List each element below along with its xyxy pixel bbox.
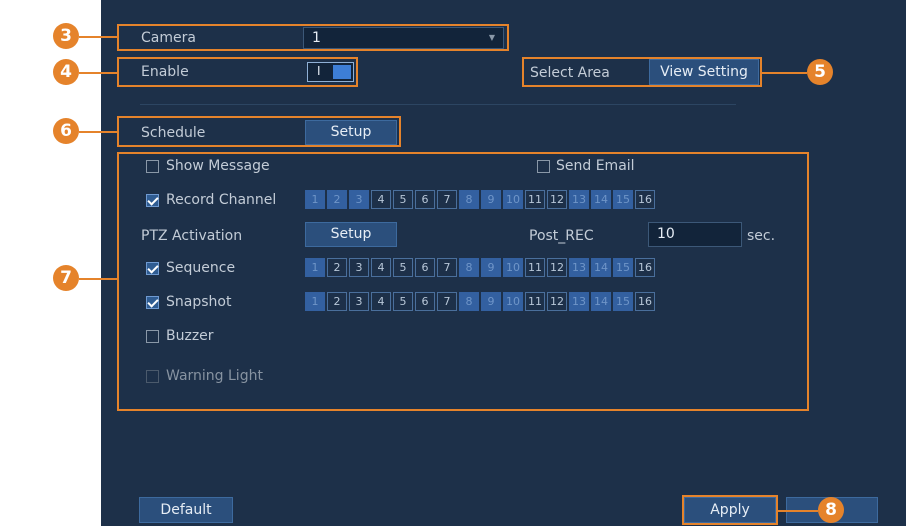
callout-4-line bbox=[79, 72, 117, 74]
callout-8-line bbox=[778, 510, 818, 512]
apply-highlight bbox=[682, 495, 778, 525]
camera-highlight bbox=[117, 24, 509, 51]
callout-5-badge: 5 bbox=[807, 59, 833, 85]
callout-6-line bbox=[79, 131, 117, 133]
select-area-highlight bbox=[522, 57, 762, 87]
default-button[interactable]: Default bbox=[139, 497, 233, 523]
callout-4-badge: 4 bbox=[53, 59, 79, 85]
callout-6-badge: 6 bbox=[53, 118, 79, 144]
schedule-highlight bbox=[117, 116, 401, 147]
callout-3-line bbox=[79, 36, 117, 38]
divider bbox=[140, 104, 736, 105]
callout-7-line bbox=[79, 278, 117, 280]
actions-highlight bbox=[117, 152, 809, 411]
callout-7-badge: 7 bbox=[53, 265, 79, 291]
callout-3-badge: 3 bbox=[53, 23, 79, 49]
callout-5-line bbox=[762, 72, 807, 74]
enable-highlight bbox=[117, 57, 358, 87]
callout-8-badge: 8 bbox=[818, 497, 844, 523]
